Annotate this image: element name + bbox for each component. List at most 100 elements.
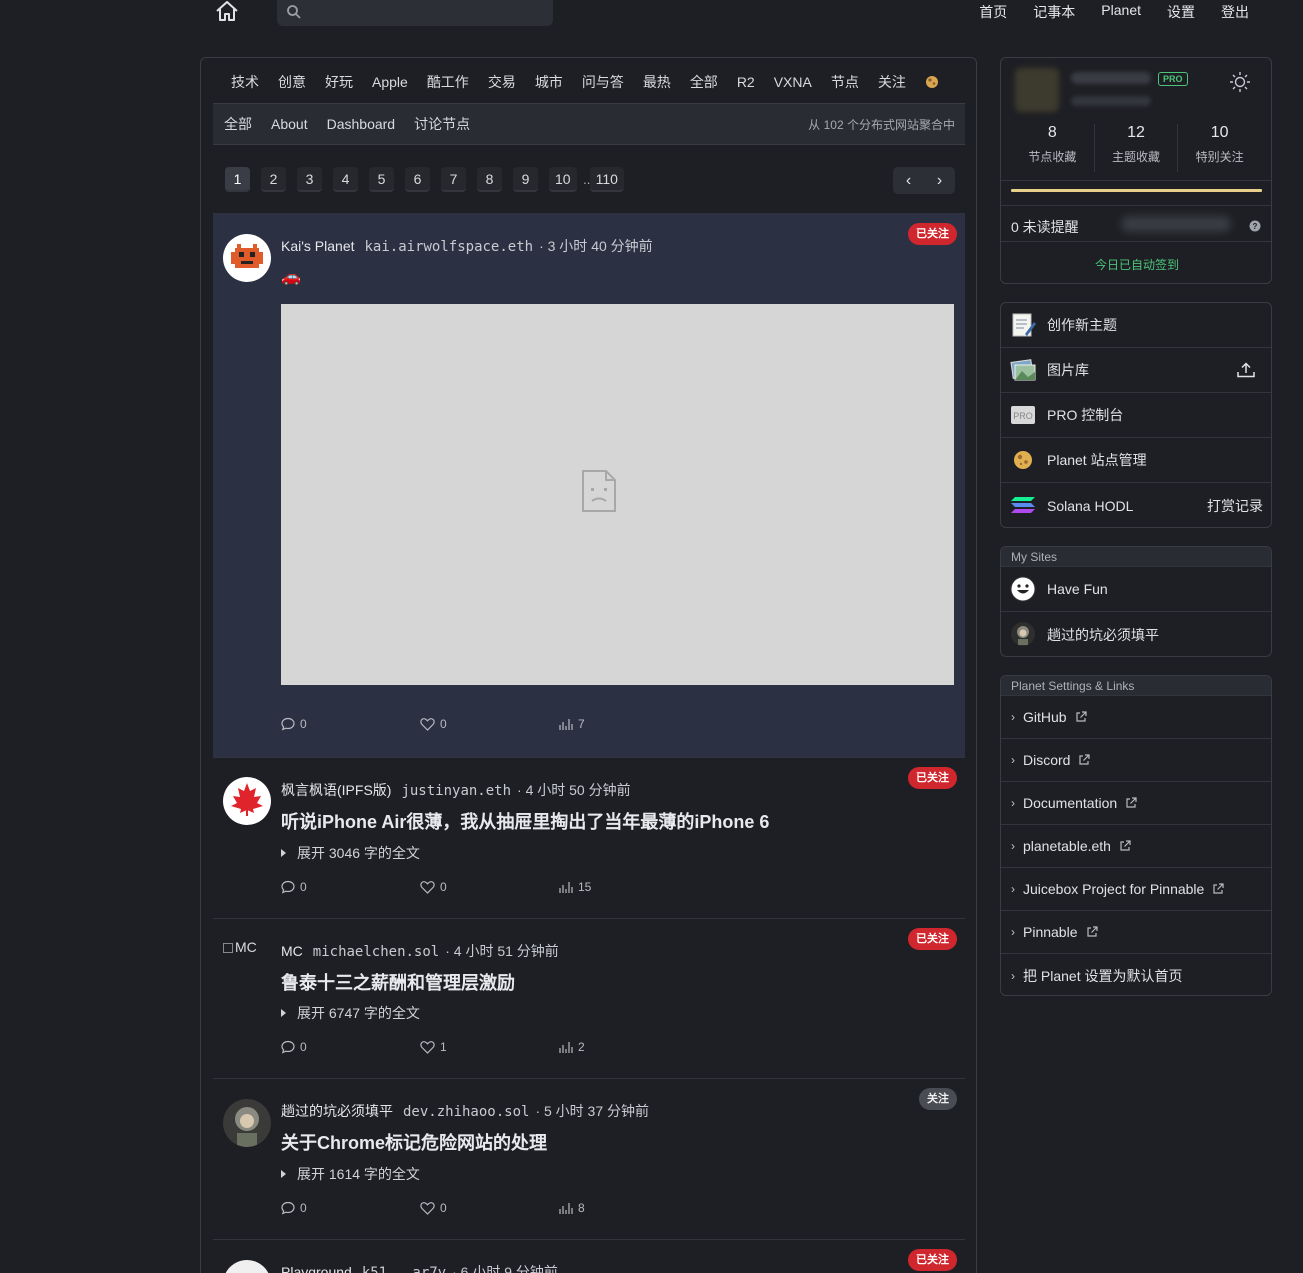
link-set-default-home[interactable]: › 把 Planet 设置为默认首页 (1001, 954, 1271, 995)
like-count[interactable]: 0 (420, 1201, 559, 1215)
avatar[interactable] (223, 1260, 271, 1273)
link-juicebox[interactable]: › Juicebox Project for Pinnable (1001, 868, 1271, 911)
post-title[interactable]: 鲁泰十三之薪酬和管理层激励 (281, 969, 515, 995)
category-tab[interactable]: 问与答 (582, 72, 624, 92)
avatar[interactable] (223, 1099, 271, 1147)
page-button[interactable]: 2 (261, 167, 286, 192)
category-tab[interactable]: 最热 (643, 72, 671, 92)
avatar[interactable] (223, 234, 271, 282)
page-button[interactable]: 9 (513, 167, 538, 192)
stat-topic-favs[interactable]: 12 主题收藏 (1095, 124, 1179, 172)
category-tab[interactable]: VXNA (774, 74, 812, 90)
author-name[interactable]: Playground (281, 1264, 352, 1273)
site-pitfalls[interactable]: 趟过的坑必须填平 (1001, 612, 1271, 656)
action-pro-console[interactable]: PRO PRO 控制台 (1001, 393, 1271, 438)
post-item[interactable]: MC MC michaelchen.sol · 4 小时 51 分钟前 已关注 … (213, 919, 965, 1079)
link-planetable[interactable]: › planetable.eth (1001, 825, 1271, 868)
action-image-library[interactable]: 图片库 (1001, 348, 1271, 393)
category-tab[interactable]: 好玩 (325, 72, 353, 92)
avatar[interactable] (223, 777, 271, 825)
home-icon[interactable] (214, 0, 240, 22)
like-count[interactable]: 0 (420, 717, 559, 731)
follow-button[interactable]: 已关注 (908, 928, 957, 950)
category-tab[interactable]: 技术 (231, 72, 259, 92)
post-title[interactable]: 关于Chrome标记危险网站的处理 (281, 1129, 547, 1155)
author-domain[interactable]: k51...ar7y (362, 1265, 446, 1273)
category-tab[interactable]: 关注 (878, 72, 906, 92)
comment-count[interactable]: 0 (281, 717, 420, 731)
action-planet-sites[interactable]: Planet 站点管理 (1001, 438, 1271, 483)
search-input[interactable] (277, 0, 553, 26)
author-domain[interactable]: michaelchen.sol (313, 944, 439, 960)
author-name[interactable]: Kai's Planet (281, 238, 355, 254)
avatar[interactable]: MC (223, 939, 273, 959)
page-button[interactable]: 4 (333, 167, 358, 192)
post-item[interactable]: Playground k51...ar7y · 6 小时 9 分钟前 已关注 (213, 1240, 965, 1273)
page-button[interactable]: 10 (549, 167, 577, 192)
page-button[interactable]: 6 (405, 167, 430, 192)
like-count[interactable]: 0 (420, 880, 559, 894)
unread-notifications[interactable]: 0 未读提醒 (1011, 217, 1079, 237)
follow-button[interactable]: 已关注 (908, 223, 957, 245)
author-domain[interactable]: justinyan.eth (401, 783, 511, 799)
post-title[interactable]: 听说iPhone Air很薄，我从抽屉里掏出了当年最薄的iPhone 6 (281, 808, 769, 834)
author-name[interactable]: 趟过的坑必须填平 (281, 1101, 393, 1121)
nav-planet[interactable]: Planet (1101, 2, 1141, 22)
action-solana-hodl[interactable]: Solana HODL 打赏记录 (1001, 483, 1271, 527)
category-tab[interactable]: 交易 (488, 72, 516, 92)
page-button[interactable]: 5 (369, 167, 394, 192)
follow-button[interactable]: 关注 (919, 1088, 957, 1110)
post-item[interactable]: Kai's Planet kai.airwolfspace.eth · 3 小时… (213, 213, 965, 758)
subtab-about[interactable]: About (271, 116, 308, 132)
link-pinnable[interactable]: › Pinnable (1001, 911, 1271, 954)
nav-settings[interactable]: 设置 (1167, 2, 1195, 22)
page-button[interactable]: 3 (297, 167, 322, 192)
like-count[interactable]: 1 (420, 1040, 559, 1054)
link-discord[interactable]: › Discord (1001, 739, 1271, 782)
tip-history-link[interactable]: 打赏记录 (1207, 496, 1263, 516)
post-item[interactable]: 趟过的坑必须填平 dev.zhihaoo.sol · 5 小时 37 分钟前 关… (213, 1079, 965, 1240)
stat-node-favs[interactable]: 8 节点收藏 (1011, 124, 1095, 172)
avatar[interactable] (1015, 68, 1059, 112)
subtab-all[interactable]: 全部 (224, 114, 252, 134)
comment-count[interactable]: 0 (281, 1201, 420, 1215)
help-icon[interactable]: ? (1249, 220, 1261, 232)
post-item[interactable]: 枫言枫语(IPFS版) justinyan.eth · 4 小时 50 分钟前 … (213, 758, 965, 919)
broken-image[interactable] (281, 304, 954, 685)
comment-count[interactable]: 0 (281, 880, 420, 894)
category-tab[interactable]: R2 (737, 74, 755, 90)
comment-count[interactable]: 0 (281, 1040, 420, 1054)
nav-notebook[interactable]: 记事本 (1033, 2, 1075, 22)
category-tab[interactable]: 全部 (690, 72, 718, 92)
category-tab[interactable]: 酷工作 (427, 72, 469, 92)
follow-button[interactable]: 已关注 (908, 767, 957, 789)
category-tab[interactable]: 城市 (535, 72, 563, 92)
expand-toggle[interactable]: 展开 1614 字的全文 (281, 1164, 420, 1184)
follow-button[interactable]: 已关注 (908, 1249, 957, 1271)
site-have-fun[interactable]: Have Fun (1001, 567, 1271, 612)
author-name[interactable]: MC (281, 943, 303, 959)
author-name[interactable]: 枫言枫语(IPFS版) (281, 780, 391, 800)
stat-special-follows[interactable]: 10 特别关注 (1178, 124, 1261, 172)
author-domain[interactable]: kai.airwolfspace.eth (365, 239, 534, 255)
subtab-dashboard[interactable]: Dashboard (327, 116, 396, 132)
upload-icon[interactable] (1237, 362, 1255, 378)
prev-page-button[interactable]: ‹ (893, 167, 924, 194)
category-tab[interactable]: 节点 (831, 72, 859, 92)
action-new-topic[interactable]: 创作新主题 (1001, 303, 1271, 348)
page-button[interactable]: 8 (477, 167, 502, 192)
sun-icon[interactable] (1229, 71, 1251, 93)
page-button[interactable]: 7 (441, 167, 466, 192)
link-github[interactable]: › GitHub (1001, 696, 1271, 739)
next-page-button[interactable]: › (924, 167, 955, 194)
category-tab[interactable]: Apple (372, 74, 408, 90)
category-tab[interactable]: 创意 (278, 72, 306, 92)
nav-logout[interactable]: 登出 (1221, 2, 1249, 22)
expand-toggle[interactable]: 展开 6747 字的全文 (281, 1003, 420, 1023)
author-domain[interactable]: dev.zhihaoo.sol (403, 1104, 529, 1120)
expand-toggle[interactable]: 展开 3046 字的全文 (281, 843, 420, 863)
planet-emoji-icon[interactable] (925, 75, 939, 89)
page-button[interactable]: 1 (225, 167, 250, 192)
page-button-last[interactable]: 110 (589, 167, 624, 192)
subtab-nodes[interactable]: 讨论节点 (414, 114, 470, 134)
